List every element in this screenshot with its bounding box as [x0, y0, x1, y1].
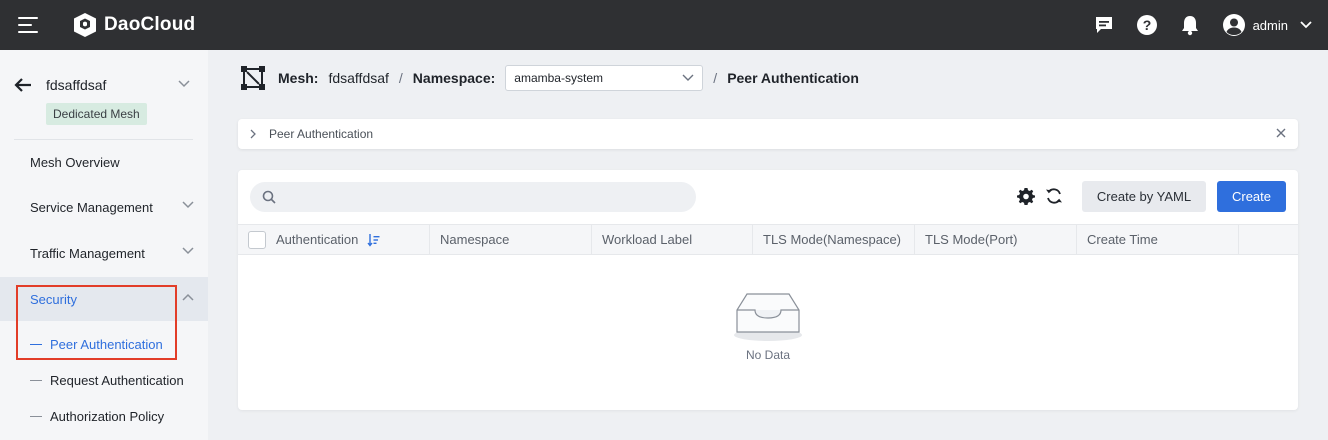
- back-arrow-icon[interactable]: [14, 77, 32, 93]
- chevron-up-icon: [182, 293, 194, 301]
- sidebar-subitem-authorization-policy[interactable]: Authorization Policy: [0, 398, 208, 434]
- page-title: Peer Authentication: [727, 70, 859, 86]
- breadcrumb: Mesh: fdsaffdsaf / Namespace: amamba-sys…: [240, 63, 859, 93]
- search-bar[interactable]: [250, 182, 696, 212]
- column-header-label: Authentication: [276, 232, 359, 247]
- info-bar-title: Peer Authentication: [269, 127, 374, 141]
- brand-name: DaoCloud: [104, 14, 196, 35]
- info-bar[interactable]: Peer Authentication: [238, 119, 1298, 149]
- empty-inbox-icon: [734, 293, 802, 341]
- dash: [30, 415, 42, 417]
- namespace-label: Namespace:: [412, 70, 496, 86]
- column-workload-label[interactable]: Workload Label: [592, 225, 753, 254]
- sidebar-item-mesh-overview[interactable]: Mesh Overview: [0, 140, 208, 184]
- sidebar-item-label: Peer Authentication: [50, 336, 163, 352]
- namespace-select[interactable]: amamba-system: [505, 65, 704, 91]
- sidebar-subitem-request-authentication[interactable]: Request Authentication: [0, 362, 208, 398]
- column-tls-mode-namespace[interactable]: TLS Mode(Namespace): [753, 225, 915, 254]
- sidebar: fdsaffdsaf Dedicated Mesh Mesh Overview …: [0, 50, 208, 440]
- mesh-type-badge: Dedicated Mesh: [46, 103, 147, 125]
- namespace-value: amamba-system: [514, 71, 603, 85]
- column-create-time[interactable]: Create Time: [1077, 225, 1239, 254]
- svg-text:?: ?: [1142, 17, 1151, 33]
- empty-text: No Data: [745, 348, 791, 362]
- search-input[interactable]: [284, 189, 684, 205]
- column-header-label: TLS Mode(Namespace): [763, 232, 901, 247]
- sidebar-item-label: Traffic Management: [30, 245, 145, 261]
- user-icon: [1222, 14, 1245, 36]
- sidebar-item-traffic-management[interactable]: Traffic Management: [0, 231, 208, 275]
- refresh-icon[interactable]: [1045, 187, 1063, 205]
- chevron-down-icon: [182, 247, 194, 255]
- sidebar-item-security[interactable]: Security: [0, 277, 208, 321]
- message-icon[interactable]: [1093, 14, 1115, 36]
- column-namespace[interactable]: Namespace: [430, 225, 592, 254]
- breadcrumb-separator: /: [713, 70, 718, 86]
- column-authentication[interactable]: Authentication: [238, 225, 430, 254]
- list-panel: Create by YAML Create Authentication Nam…: [238, 170, 1298, 410]
- chevron-down-icon: [182, 201, 194, 209]
- select-all-checkbox[interactable]: [248, 230, 266, 249]
- sort-icon[interactable]: [367, 233, 381, 247]
- user-menu[interactable]: admin: [1222, 13, 1312, 37]
- chevron-right-icon[interactable]: [250, 129, 257, 139]
- sidebar-subitem-peer-authentication[interactable]: Peer Authentication: [0, 326, 208, 362]
- menu-icon[interactable]: [18, 16, 40, 34]
- logo[interactable]: DaoCloud: [72, 12, 195, 38]
- sidebar-item-label: Service Management: [30, 199, 153, 215]
- column-actions: [1239, 225, 1298, 254]
- gear-icon[interactable]: [1017, 187, 1035, 205]
- column-header-label: Namespace: [440, 232, 510, 247]
- column-header-label: Workload Label: [602, 232, 693, 247]
- mesh-selector[interactable]: fdsaffdsaf: [14, 74, 204, 96]
- breadcrumb-separator: /: [398, 70, 403, 86]
- column-tls-mode-port[interactable]: TLS Mode(Port): [915, 225, 1077, 254]
- chevron-down-icon: [1300, 21, 1312, 29]
- sidebar-item-label: Request Authentication: [50, 372, 184, 388]
- mesh-value[interactable]: fdsaffdsaf: [328, 70, 388, 86]
- sidebar-item-label: Security: [30, 291, 77, 307]
- help-icon[interactable]: ?: [1136, 14, 1158, 36]
- sidebar-item-label: Mesh Overview: [30, 154, 120, 170]
- empty-state: No Data: [238, 290, 1298, 362]
- column-header-label: Create Time: [1087, 232, 1158, 247]
- username: admin: [1252, 17, 1288, 33]
- top-bar: DaoCloud ? admin: [0, 0, 1328, 50]
- dash: [30, 343, 42, 345]
- create-button[interactable]: Create: [1217, 181, 1286, 212]
- table-header: Authentication Namespace Workload Label …: [238, 224, 1298, 255]
- dash: [30, 379, 42, 381]
- sidebar-item-service-management[interactable]: Service Management: [0, 185, 208, 229]
- column-header-label: TLS Mode(Port): [925, 232, 1018, 247]
- chevron-down-icon: [682, 74, 694, 81]
- daocloud-logo-icon: [74, 13, 96, 37]
- search-icon: [262, 190, 276, 204]
- mesh-name: fdsaffdsaf: [46, 77, 107, 93]
- close-icon[interactable]: [1276, 128, 1286, 138]
- bell-icon[interactable]: [1179, 14, 1201, 36]
- chevron-down-icon[interactable]: [178, 80, 190, 88]
- sidebar-item-label: Authorization Policy: [50, 408, 165, 424]
- mesh-label: Mesh:: [278, 70, 319, 86]
- create-by-yaml-button[interactable]: Create by YAML: [1082, 181, 1206, 212]
- mesh-topology-icon: [241, 66, 265, 90]
